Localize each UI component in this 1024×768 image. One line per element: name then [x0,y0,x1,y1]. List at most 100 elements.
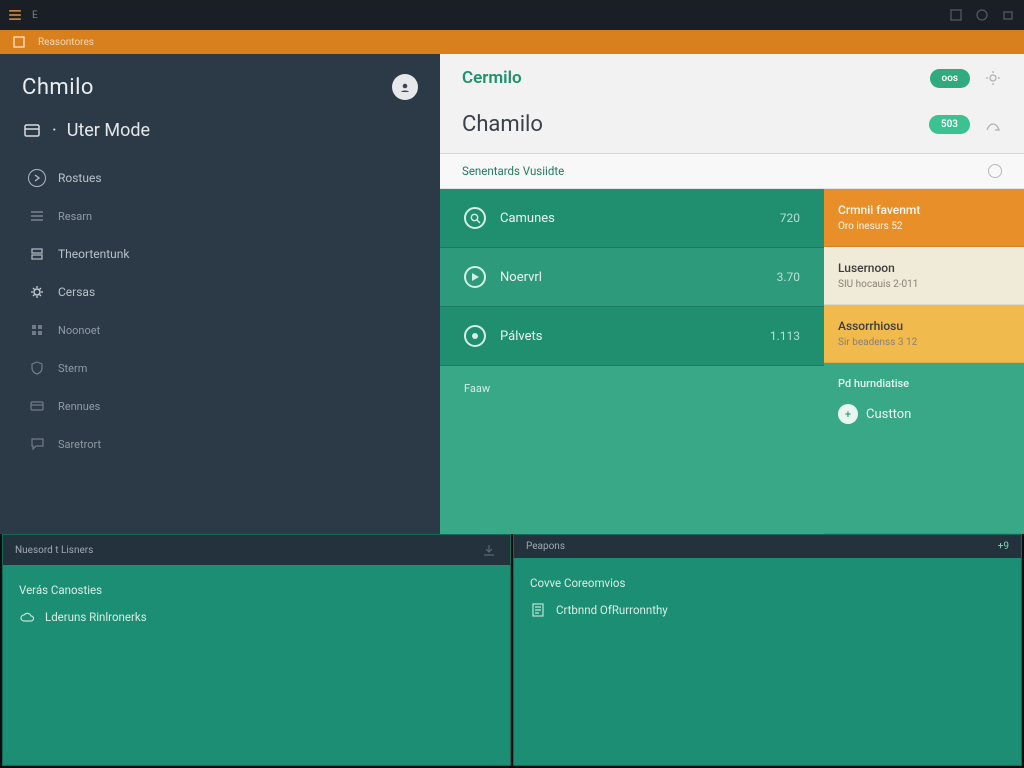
nav-item-resarn[interactable]: Resarn [0,197,440,235]
app-title-small: Cermilo [462,68,522,88]
panel-left: Nuesord t Lisners Verás Canosties Lderun… [2,534,511,766]
list-value: 720 [780,211,800,225]
play-icon [464,266,486,288]
dot-icon [464,325,486,347]
tab-home-icon[interactable] [12,35,26,49]
settings-icon[interactable] [984,69,1002,87]
nav-label: Theortentunk [58,247,130,261]
arrow-icon[interactable] [984,116,1002,134]
nav-label: Cersas [58,285,95,299]
list-footer: Faaw [440,366,824,534]
doc-icon [530,602,546,618]
row-label: Covve Coreomvios [530,576,625,590]
nav-item-noonoet[interactable]: Noonoet [0,311,440,349]
nav-label: Rennues [58,400,100,413]
shield-icon [28,359,46,377]
side-column: Crmnii favenmt Oro inesurs 52 Lusernoon … [824,189,1024,534]
chat-icon [28,435,46,453]
side-title: Lusernoon [838,261,1010,275]
row-label: Verás Canosties [19,583,102,597]
nav-label: Rostues [58,171,102,185]
server-icon [28,245,46,263]
mode-label: Uter Mode [67,120,150,141]
brand-round-button[interactable] [392,74,418,100]
search-icon [464,207,486,229]
sub-header: Senentards Vusiidte [440,154,1024,189]
side-detail: Oro inesurs 52 [838,221,1010,232]
panel-badge: +9 [998,541,1009,552]
radio-icon[interactable] [988,164,1002,178]
tab-strip: Reasontores [0,30,1024,54]
arrow-right-icon [28,169,46,187]
main-header-1: Cermilo oos [440,54,1024,102]
list-value: 1.113 [770,329,800,343]
list-label: Camunes [500,211,555,226]
panel-right-row-2[interactable]: Crtbnnd OfRurronnthy [530,596,1005,624]
side-cell-3[interactable]: Assorrhiosu Sir beadenss 3 12 [824,305,1024,363]
plus-icon[interactable]: + [838,404,858,424]
nav-item-sterm[interactable]: Sterm [0,349,440,387]
sidebar: Chmilo · Uter Mode Rostues Resarn T [0,54,440,534]
panel-right-head: Peapons +9 [514,535,1021,558]
panel-right: Peapons +9 Covve Coreomvios Crtbnnd OfRu… [513,534,1022,766]
list-value: 3.70 [777,270,800,284]
row-label: Lderuns Rinlronerks [45,610,147,624]
nav-item-rostues[interactable]: Rostues [0,159,440,197]
side-detail: SIU hocauis 2-011 [838,279,1010,290]
mode-section: · Uter Mode [0,108,440,149]
main-header-2: Chamilo 503 [440,102,1024,154]
panel-right-row-1[interactable]: Covve Coreomvios [530,570,1005,596]
nav-item-saretrort[interactable]: Saretrort [0,425,440,463]
side-button-label[interactable]: Custton [866,407,911,422]
mode-prefix: · [52,120,57,141]
gear-icon [28,283,46,301]
tray-icon-2[interactable] [974,7,990,23]
mode-icon [22,121,42,141]
os-title-bar: E [0,0,1024,30]
list-label: Noervrl [500,270,542,285]
side-title-prefix: Pd hurndiatise [838,377,1010,390]
nav-item-cersas[interactable]: Cersas [0,273,440,311]
side-cell-4: Pd hurndiatise + Custton [824,363,1024,534]
list-label: Pálvets [500,329,542,344]
main-area: Cermilo oos Chamilo 503 Senentards Vusii… [440,54,1024,534]
side-title: Crmnii favenmt [838,203,1010,217]
status-pill-2[interactable]: 503 [929,115,970,134]
side-cell-1[interactable]: Crmnii favenmt Oro inesurs 52 [824,189,1024,247]
panel-left-row-2[interactable]: Lderuns Rinlronerks [19,603,494,631]
nav-item-theortentunk[interactable]: Theortentunk [0,235,440,273]
download-icon[interactable] [480,541,498,559]
status-pill-1[interactable]: oos [930,69,970,88]
nav-item-rennues[interactable]: Rennues [0,387,440,425]
panel-left-row-1[interactable]: Verás Canosties [19,577,494,603]
panel-head-label: Nuesord t Lisners [15,545,93,556]
cloud-icon [19,609,35,625]
list-row-camunes[interactable]: Camunes 720 [440,189,824,248]
nav-label: Resarn [58,210,92,223]
tab-label[interactable]: Reasontores [38,37,94,48]
grid-icon [28,321,46,339]
tray-icon-1[interactable] [948,7,964,23]
list-icon [28,207,46,225]
sub-header-label: Senentards Vusiidte [462,164,564,178]
panel-head-label: Peapons [526,541,565,552]
card-icon [28,397,46,415]
list-footer-label: Faaw [464,382,490,395]
os-title-text: E [32,10,38,21]
app-title-large: Chamilo [462,112,543,137]
list-row-palvets[interactable]: Pálvets 1.113 [440,307,824,366]
nav-label: Noonoet [58,324,100,337]
side-cell-2[interactable]: Lusernoon SIU hocauis 2-011 [824,247,1024,305]
menu-icon[interactable] [8,10,22,20]
side-title: Assorrhiosu [838,319,1010,333]
tray-icon-3[interactable] [1000,7,1016,23]
main-list: Camunes 720 Noervrl 3.70 Pálvets [440,189,824,534]
panel-left-head: Nuesord t Lisners [3,535,510,565]
nav-label: Saretrort [58,438,101,451]
brand-title: Chmilo [22,75,94,100]
side-detail: Sir beadenss 3 12 [838,337,1010,348]
nav-label: Sterm [58,362,87,375]
row-label: Crtbnnd OfRurronnthy [556,603,668,617]
list-row-noervrl[interactable]: Noervrl 3.70 [440,248,824,307]
nav-list: Rostues Resarn Theortentunk Cersas Noono… [0,149,440,463]
